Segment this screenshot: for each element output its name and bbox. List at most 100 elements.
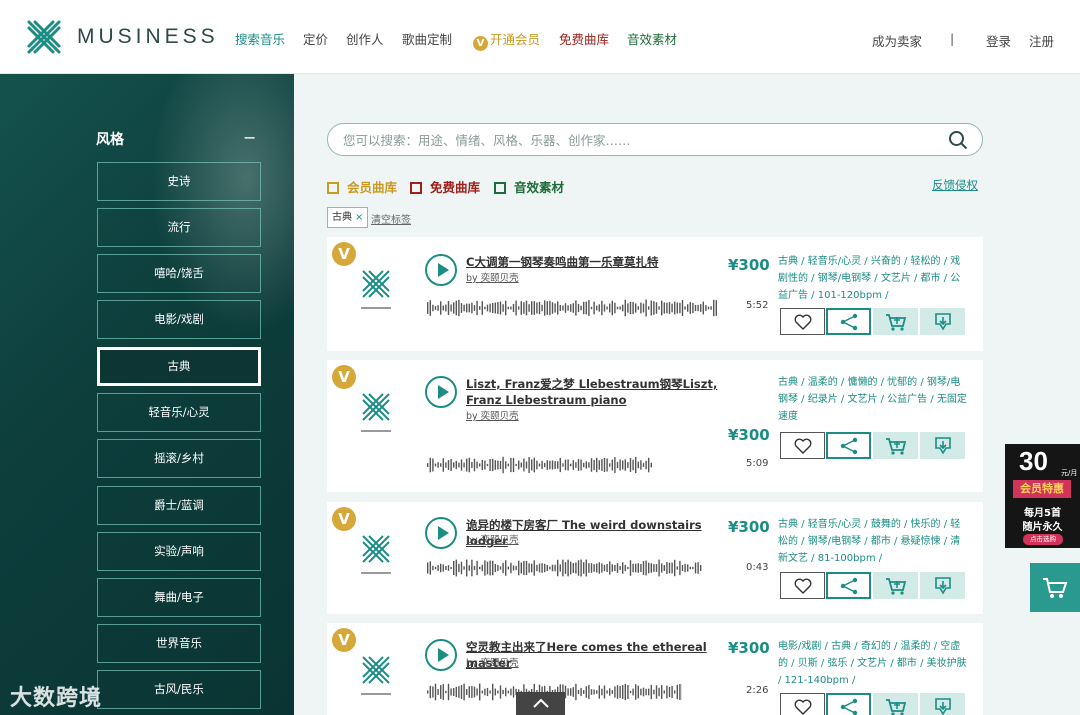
download-button[interactable]	[920, 308, 965, 335]
track-price: ¥300	[728, 256, 770, 274]
login-link[interactable]: 登录	[986, 31, 1011, 50]
register-link[interactable]: 注册	[1029, 31, 1054, 50]
track-artist[interactable]: by 奕颐贝壳	[466, 532, 519, 546]
track-title[interactable]: Liszt, Franz爱之梦 Llebestraum钢琴Liszt, Fran…	[466, 376, 728, 408]
track-card: V 空灵教主出来了Here comes the ethereal master by…	[327, 623, 983, 715]
track-duration: 2:26	[746, 685, 769, 696]
musiness-logo-icon[interactable]	[25, 18, 63, 56]
active-tag-classical[interactable]: 古典 ×	[327, 207, 369, 228]
sidebar-item-experimental[interactable]: 实验/声响	[97, 532, 261, 571]
share-icon	[840, 313, 857, 330]
sidebar-item-dance[interactable]: 舞曲/电子	[97, 578, 261, 617]
track-tags[interactable]: 古典 / 轻音乐/心灵 / 鼓舞的 / 快乐的 / 轻松的 / 钢琴/电钢琴 /…	[778, 516, 968, 567]
download-button[interactable]	[920, 693, 965, 715]
track-tags[interactable]: 电影/戏剧 / 古典 / 奇幻的 / 温柔的 / 空虚的 / 贝斯 / 弦乐 /…	[778, 638, 968, 689]
floating-cart-button[interactable]	[1030, 563, 1080, 612]
nav-search-music[interactable]: 搜索音乐	[235, 29, 285, 48]
waveform-container[interactable]	[427, 456, 652, 474]
sidebar-item-epic[interactable]: 史诗	[97, 162, 261, 201]
heart-icon	[794, 578, 811, 594]
filter-member-library[interactable]: 会员曲库	[327, 177, 397, 196]
sidebar-item-pop[interactable]: 流行	[97, 208, 261, 247]
vip-promo-banner[interactable]: 30 元/月 会员特惠 每月5首 随片永久 点击选购	[1005, 444, 1080, 548]
track-cover-icon[interactable]	[357, 651, 395, 701]
favorite-button[interactable]	[780, 432, 825, 459]
waveform-container[interactable]	[427, 299, 717, 317]
track-title[interactable]: C大调第一钢琴奏鸣曲第一乐章莫扎特	[466, 254, 726, 270]
sidebar-item-classical[interactable]: 古典	[97, 347, 261, 386]
track-duration: 5:52	[746, 300, 769, 311]
nav-pricing[interactable]: 定价	[303, 29, 328, 48]
track-artist[interactable]: by 奕颐贝壳	[466, 408, 519, 422]
favorite-button[interactable]	[780, 308, 825, 335]
nav-custom-song[interactable]: 歌曲定制	[402, 29, 452, 48]
waveform[interactable]	[427, 559, 702, 577]
report-infringement-link[interactable]: 反馈侵权	[932, 177, 978, 193]
search-input[interactable]	[343, 131, 933, 149]
brand-name[interactable]: MUSINESS	[77, 25, 219, 49]
add-to-cart-button[interactable]	[873, 432, 918, 459]
filter-free-library[interactable]: 免费曲库	[410, 177, 480, 196]
play-button[interactable]	[425, 639, 457, 671]
vip-icon: V	[473, 36, 488, 51]
clear-tags-link[interactable]: 清空标签	[371, 211, 411, 226]
track-artist[interactable]: by 奕颐贝壳	[466, 270, 519, 284]
nav-sound-effects[interactable]: 音效素材	[627, 29, 677, 48]
download-button[interactable]	[920, 572, 965, 599]
search-icon[interactable]	[948, 130, 968, 150]
play-button[interactable]	[425, 517, 457, 549]
top-header: MUSINESS 搜索音乐 定价 创作人 歌曲定制 V 开通会员 免费曲库 音效素…	[0, 0, 1080, 74]
track-cover-icon[interactable]	[357, 388, 395, 438]
scroll-top-button[interactable]	[516, 692, 565, 715]
track-artist[interactable]: by 奕颐贝壳	[466, 655, 519, 669]
sidebar-item-light-music[interactable]: 轻音乐/心灵	[97, 393, 261, 432]
track-cover-icon[interactable]	[357, 530, 395, 580]
waveform[interactable]	[427, 299, 717, 317]
nav-vip-membership[interactable]: V 开通会员	[473, 29, 540, 51]
share-button[interactable]	[826, 693, 871, 715]
waveform-container[interactable]	[427, 559, 702, 577]
favorite-button[interactable]	[780, 572, 825, 599]
play-button[interactable]	[425, 376, 457, 408]
sidebar-item-film[interactable]: 电影/戏剧	[97, 300, 261, 339]
header-divider: |	[950, 31, 955, 46]
share-icon	[840, 577, 857, 594]
promo-buy-button[interactable]: 点击选购	[1023, 534, 1063, 545]
add-to-cart-button[interactable]	[873, 308, 918, 335]
heart-icon	[794, 314, 811, 330]
track-cover-icon[interactable]	[357, 265, 395, 315]
checkbox-icon[interactable]	[410, 182, 422, 194]
nav-creators[interactable]: 创作人	[346, 29, 384, 48]
download-button[interactable]	[920, 432, 965, 459]
promo-unit: 元/月	[1061, 469, 1078, 477]
search-bar	[327, 123, 983, 156]
share-button[interactable]	[826, 572, 871, 599]
play-button[interactable]	[425, 254, 457, 286]
add-to-cart-button[interactable]	[873, 693, 918, 715]
waveform[interactable]	[427, 456, 652, 474]
filter-sound-effects[interactable]: 音效素材	[494, 177, 564, 196]
collapse-toggle[interactable]: −	[243, 128, 256, 147]
track-tags[interactable]: 古典 / 温柔的 / 慵懒的 / 忧郁的 / 钢琴/电钢琴 / 纪录片 / 文艺…	[778, 374, 968, 425]
checkbox-icon[interactable]	[494, 182, 506, 194]
tag-label: 古典	[332, 212, 352, 223]
checkbox-icon[interactable]	[327, 182, 339, 194]
sidebar-item-world[interactable]: 世界音乐	[97, 624, 261, 663]
nav-free-library[interactable]: 免费曲库	[559, 29, 609, 48]
favorite-button[interactable]	[780, 693, 825, 715]
sidebar-item-rock[interactable]: 摇滚/乡村	[97, 439, 261, 478]
sidebar-item-hiphop[interactable]: 嘻哈/饶舌	[97, 254, 261, 293]
close-icon[interactable]: ×	[355, 212, 363, 223]
track-card: V Liszt, Franz爱之梦 Llebestraum钢琴Liszt, Fra…	[327, 360, 983, 492]
sidebar-background-photo	[150, 74, 294, 334]
style-sidebar: 风格 − 史诗 流行 嘻哈/饶舌 电影/戏剧 古典 轻音乐/心灵 摇滚/乡村 爵…	[0, 74, 294, 715]
share-button[interactable]	[826, 308, 871, 335]
add-to-cart-button[interactable]	[873, 572, 918, 599]
become-seller-link[interactable]: 成为卖家	[872, 31, 922, 50]
sidebar-item-folk[interactable]: 古风/民乐	[97, 670, 261, 709]
track-tags[interactable]: 古典 / 轻音乐/心灵 / 兴奋的 / 轻松的 / 戏剧性的 / 钢琴/电钢琴 …	[778, 253, 968, 304]
vip-icon: V	[332, 628, 356, 652]
sidebar-item-jazz[interactable]: 爵士/蓝调	[97, 486, 261, 525]
track-price: ¥300	[728, 426, 770, 444]
share-button[interactable]	[826, 432, 871, 459]
